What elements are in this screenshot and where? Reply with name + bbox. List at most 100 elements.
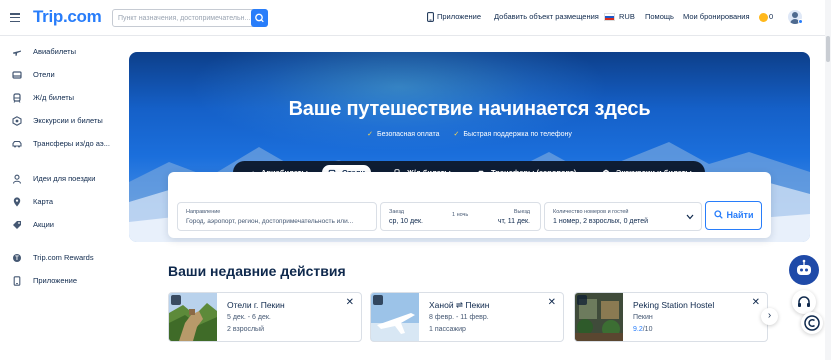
rating-suffix: /10 [642,326,653,333]
sidebar-item-label: Отели [33,70,55,79]
sidebar-item-label: Приложение [33,276,77,285]
sidebar-item-map[interactable]: Карта [0,194,118,210]
sidebar-item-label: Ж/д билеты [33,93,75,102]
checkout-value: чт, 11 дек. [497,218,530,225]
flight-type-icon [373,295,383,305]
nav-help[interactable]: Помощь [645,12,674,21]
sidebar-item-label: Идеи для поездки [33,174,96,183]
sidebar-item-trains[interactable]: Ж/д билеты [0,90,118,106]
chatbot-button[interactable] [789,255,819,285]
rating-value: 9.2 [633,326,643,333]
rewards-icon: T [13,254,21,262]
sidebar-item-deals[interactable]: Акции [0,217,118,233]
phone-icon [13,276,21,286]
recent-item[interactable]: Peking Station Hostel Пекин 9.2/10 ✕ [574,292,768,342]
find-label: Найти [726,210,754,220]
hotel-search-form: Направление Город, аэропорт, регион, дос… [168,172,771,238]
destination-field[interactable]: Направление Город, аэропорт, регион, дос… [177,202,377,231]
car-icon [12,140,22,148]
sidebar-item-label: Трансферы из/до аэ... [33,139,110,148]
recent-item-title: Peking Station Hostel [633,300,715,310]
bed-icon [12,71,22,79]
destination-input[interactable]: Город, аэропорт, регион, достопримечател… [186,218,353,225]
badge-secure-payment: Безопасная оплата [376,131,440,138]
ideas-icon [12,174,22,184]
nav-currency[interactable]: RUB [619,12,635,21]
notification-dot [798,19,803,24]
recent-item[interactable]: Ханой ⇌ Пекин 8 февр. - 11 февр. 1 пасса… [370,292,564,342]
destination-label: Направление [186,209,221,215]
sidebar-item-label: Акции [33,220,54,229]
train-icon [13,93,21,103]
hero-badges: ✓ Безопасная оплата ✓ Быстрая поддержка по… [129,130,810,138]
nav-app[interactable]: Приложение [437,12,481,21]
plane-icon [13,50,21,56]
map-icon [13,197,21,207]
sidebar-item-flights[interactable]: Авиабилеты [0,44,118,60]
sidebar-item-label: Экскурсии и билеты [33,116,103,125]
sidebar-item-label: Авиабилеты [33,47,76,56]
check-icon: ✓ [453,131,460,138]
checkin-value: ср, 10 дек. [389,218,423,225]
coin-icon [759,13,768,22]
recent-item-rating: 9.2/10 [633,326,652,333]
dates-field[interactable]: Заезд ср, 10 дек. 1 ночь Выезд чт, 11 де… [380,202,541,231]
top-bar: Trip.com Приложение Добавить объект разм… [0,0,831,36]
sidebar-item-label: Карта [33,197,54,206]
copyright-button[interactable] [801,312,823,334]
menu-icon[interactable] [10,13,20,23]
nights-count: 1 ночь [452,212,469,218]
find-button[interactable]: Найти [705,201,762,230]
close-icon[interactable]: ✕ [346,297,354,308]
headset-icon [798,296,810,307]
recent-item-title: Ханой ⇌ Пекин [429,300,490,310]
next-arrow-button[interactable]: › [761,308,778,325]
rooms-value: 1 номер, 2 взрослых, 0 детей [553,218,649,225]
sidebar-item-label: Trip.com Rewards [33,253,94,262]
svg-text:T: T [15,256,19,262]
sidebar-item-trip-ideas[interactable]: Идеи для поездки [0,171,118,187]
badge-phone-support: Быстрая поддержка по телефону [463,131,572,138]
sidebar: Авиабилеты Отели Ж/д билеты Экскурсии и … [0,36,118,360]
chevron-down-icon [686,214,694,220]
recent-item[interactable]: Отели г. Пекин 5 дек. - 6 дек. 2 взрослы… [168,292,362,342]
ticket-icon [12,116,22,126]
favorite-heart-icon[interactable] [577,295,587,305]
recent-item-dates: 5 дек. - 6 дек. [227,314,271,321]
sidebar-item-rewards[interactable]: T Trip.com Rewards [0,250,118,266]
recent-item-title: Отели г. Пекин [227,300,285,310]
coins-count[interactable]: 0 [769,12,773,21]
phone-icon [427,12,434,22]
robot-icon [797,259,811,275]
site-search [112,9,268,27]
nav-add-listing[interactable]: Добавить объект размещения [494,12,599,21]
check-icon: ✓ [367,131,373,138]
sidebar-item-transfers[interactable]: Трансферы из/до аэ... [0,136,118,152]
sidebar-item-hotels[interactable]: Отели [0,67,118,83]
sidebar-item-tours[interactable]: Экскурсии и билеты [0,113,118,129]
russia-flag-icon [604,13,615,21]
rooms-label: Количество номеров и гостей [553,209,629,215]
checkout-label: Выезд [513,209,530,215]
nav-bookings[interactable]: Мои бронирования [683,12,750,21]
support-button[interactable] [792,290,816,314]
tag-icon [13,221,21,229]
search-input[interactable] [118,10,252,26]
recent-item-guests: 2 взрослый [227,326,264,333]
close-icon[interactable]: ✕ [752,297,760,308]
rooms-guests-field[interactable]: Количество номеров и гостей 1 номер, 2 в… [544,202,702,231]
hero-title: Ваше путешествие начинается здесь [288,98,651,120]
scrollbar-thumb[interactable] [826,36,830,62]
search-icon [255,13,264,23]
copyright-icon [804,315,820,331]
search-button[interactable] [251,9,268,27]
search-icon [713,203,723,219]
hotel-type-icon [171,295,181,305]
recent-title: Ваши недавние действия [168,263,346,279]
checkin-label: Заезд [389,209,404,215]
recent-item-city: Пекин [633,314,653,321]
sidebar-item-app[interactable]: Приложение [0,273,118,289]
close-icon[interactable]: ✕ [548,297,556,308]
logo[interactable]: Trip.com [33,7,102,27]
scrollbar[interactable] [825,0,831,360]
